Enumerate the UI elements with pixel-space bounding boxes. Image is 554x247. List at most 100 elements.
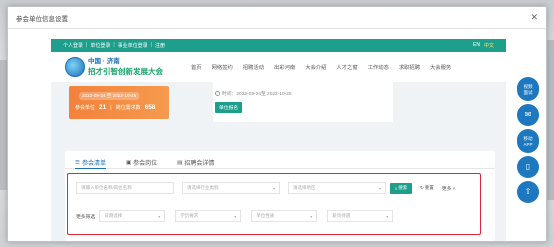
date-placeholder: 日期选择 xyxy=(104,213,123,218)
modal-title: 参会单位信息设置 xyxy=(16,15,68,23)
logo-text: 中国 · 济南 招才引智创新发展大会 xyxy=(88,58,163,76)
region-select[interactable]: 请选择地区 ▾ xyxy=(288,182,386,194)
highlighted-search-area: 请输入单位名称/岗位名称 请选择行业类别 ▾ 请选择地区 ▾ ⌕ 搜索 ↻ 重置… xyxy=(67,173,481,235)
list-icon: ☰ xyxy=(75,159,80,166)
mobile-app-icon: 移动 APP xyxy=(523,136,533,147)
refresh-icon: ↻ xyxy=(420,185,424,190)
mobile-app-button[interactable]: 移动 APP xyxy=(517,129,539,153)
wechat-button[interactable]: ✉ xyxy=(517,104,539,126)
video-icon: 视频 面试 xyxy=(523,83,533,95)
search-row: 请输入单位名称/岗位名称 请选择行业类别 ▾ 请选择地区 ▾ ⌕ 搜索 ↻ 重置… xyxy=(76,182,456,194)
tab-fair-details[interactable]: ▤ 招聘会详情 xyxy=(177,157,214,168)
nav-home[interactable]: 首页 xyxy=(191,63,202,71)
phone-button[interactable]: ▯ xyxy=(517,156,539,178)
embedded-page: 个人登录 | 单位登录 | 事业单位登录 | 注册 EN 中文 中国 · 济南 … xyxy=(51,39,506,241)
tab-label: 参会清单 xyxy=(81,161,106,167)
login-links: 个人登录 | 单位登录 | 事业单位登录 | 注册 xyxy=(63,42,168,49)
search-panel: ☰ 参会清单 ▣ 参会岗位 ▤ 招聘会详情 请输入单位名称/岗位名称 请选择行业… xyxy=(65,151,495,241)
date-select[interactable]: 日期选择 ▾ xyxy=(99,210,166,222)
chevron-down-icon: ▾ xyxy=(234,213,237,219)
register-link[interactable]: 注册 xyxy=(155,42,165,49)
search-button[interactable]: ⌕ 搜索 xyxy=(390,182,412,194)
keyword-placeholder: 请输入单位名称/岗位名称 xyxy=(81,185,132,190)
event-stats-card: 2022-09-24 至 2022-10-25 参会单位 21 | 岗位需求数 … xyxy=(69,86,169,119)
event-stats: 参会单位 21 | 岗位需求数 658 xyxy=(75,104,155,111)
personal-login-link[interactable]: 个人登录 xyxy=(63,42,83,49)
site-logo[interactable]: 中国 · 济南 招才引智创新发展大会 xyxy=(65,57,163,77)
briefcase-icon: ▣ xyxy=(125,159,132,166)
logo-conference-name: 招才引智创新发展大会 xyxy=(88,66,163,76)
back-to-top-icon: ⇧ xyxy=(524,187,532,196)
close-icon[interactable]: ✕ xyxy=(530,13,538,22)
top-bar: 个人登录 | 单位登录 | 事业单位登录 | 注册 EN 中文 xyxy=(51,39,506,52)
separator: | xyxy=(150,42,152,48)
chevron-down-icon: ▾ xyxy=(378,185,381,191)
unit-type-select[interactable]: 单位性质 ▾ xyxy=(251,210,318,222)
filter-row: 更多筛选 日期选择 ▾ 学历要求 ▾ 单位性质 ▾ 薪资待遇 ▾ xyxy=(76,210,394,222)
settings-modal: 参会单位信息设置 ✕ 个人登录 | 单位登录 | 事业单位登录 | 注册 EN … xyxy=(7,6,547,242)
event-time: 时间：2022-09-24至 2022-10-25 xyxy=(215,90,292,97)
positions-count: 658 xyxy=(144,104,156,111)
salary-select[interactable]: 薪资待遇 ▾ xyxy=(327,210,394,222)
chevron-down-icon: ▾ xyxy=(272,185,275,191)
nav-job-search[interactable]: 求职招聘 xyxy=(399,63,420,71)
chevron-down-icon: ▾ xyxy=(386,213,389,219)
lang-zh-link[interactable]: 中文 xyxy=(484,42,494,49)
main-nav: 首页 网络签约 招聘活动 出彩河南 大会介绍 人才之窗 工作动态 求职招聘 大会… xyxy=(191,63,451,71)
separator: | xyxy=(86,42,88,48)
units-count: 21 xyxy=(99,104,107,111)
search-button-label: 搜索 xyxy=(398,185,408,190)
nav-services[interactable]: 大会服务 xyxy=(430,63,451,71)
logo-emblem-icon xyxy=(65,57,85,77)
reset-button[interactable]: ↻ 重置 xyxy=(420,185,434,191)
event-detail: 时间：2022-09-24至 2022-10-25 单位报名 xyxy=(213,82,393,122)
keyword-input[interactable]: 请输入单位名称/岗位名称 xyxy=(76,182,174,194)
industry-placeholder: 请选择行业类别 xyxy=(187,185,219,190)
filter-label: 更多筛选 xyxy=(76,214,96,220)
unit-enroll-button[interactable]: 单位报名 xyxy=(215,102,243,113)
unit-login-link[interactable]: 单位登录 xyxy=(90,42,110,49)
chevron-down-icon: ▾ xyxy=(310,213,313,219)
region-placeholder: 请选择地区 xyxy=(293,185,316,190)
salary-placeholder: 薪资待遇 xyxy=(332,213,351,218)
floating-toolbar: 视频 面试 ✉ 移动 APP ▯ ⇧ xyxy=(516,77,540,203)
nav-talent-window[interactable]: 人才之窗 xyxy=(336,63,357,71)
education-select[interactable]: 学历要求 ▾ xyxy=(175,210,242,222)
lang-en-link[interactable]: EN xyxy=(473,42,480,49)
nav-conference-intro[interactable]: 大会介绍 xyxy=(305,63,326,71)
more-label: 更多 xyxy=(441,186,452,192)
more-toggle[interactable]: 更多 ˄ xyxy=(442,185,456,192)
nav-online-signing[interactable]: 网络签约 xyxy=(212,63,233,71)
positions-label: 岗位需求数 xyxy=(115,105,141,111)
document-icon: ▤ xyxy=(177,159,183,166)
clock-icon xyxy=(215,91,220,97)
phone-icon: ▯ xyxy=(525,162,531,171)
chevron-up-icon: ˄ xyxy=(452,186,456,192)
industry-select[interactable]: 请选择行业类别 ▾ xyxy=(182,182,280,194)
tab-positions[interactable]: ▣ 参会岗位 xyxy=(126,157,157,168)
tab-attendee-list[interactable]: ☰ 参会清单 xyxy=(75,157,106,169)
site-header: 中国 · 济南 招才引智创新发展大会 首页 网络签约 招聘活动 出彩河南 大会介… xyxy=(51,52,506,82)
tab-label: 参会岗位 xyxy=(133,161,158,167)
stat-separator: | xyxy=(110,104,112,111)
education-placeholder: 学历要求 xyxy=(180,213,199,218)
tab-label: 招聘会详情 xyxy=(184,161,215,167)
separator: | xyxy=(113,42,115,48)
unit-type-placeholder: 单位性质 xyxy=(256,213,275,218)
wechat-icon: ✉ xyxy=(524,110,532,119)
video-interview-button[interactable]: 视频 面试 xyxy=(517,77,539,101)
event-info: 2022-09-24 至 2022-10-25 参会单位 21 | 岗位需求数 … xyxy=(51,82,506,140)
modal-header: 参会单位信息设置 ✕ xyxy=(8,7,546,29)
language-switcher: EN 中文 xyxy=(473,42,494,49)
reset-label: 重置 xyxy=(424,185,434,190)
institution-login-link[interactable]: 事业单位登录 xyxy=(118,42,148,49)
event-time-text: 时间：2022-09-24至 2022-10-25 xyxy=(222,92,292,97)
nav-henan[interactable]: 出彩河南 xyxy=(274,63,295,71)
back-to-top-button[interactable]: ⇧ xyxy=(517,181,539,203)
nav-recruitment-events[interactable]: 招聘活动 xyxy=(243,63,264,71)
search-icon: ⌕ xyxy=(394,185,398,191)
event-date-badge: 2022-09-24 至 2022-10-25 xyxy=(79,92,140,100)
chevron-down-icon: ▾ xyxy=(158,213,161,219)
nav-news[interactable]: 工作动态 xyxy=(368,63,389,71)
panel-tabs: ☰ 参会清单 ▣ 参会岗位 ▤ 招聘会详情 xyxy=(65,151,495,169)
